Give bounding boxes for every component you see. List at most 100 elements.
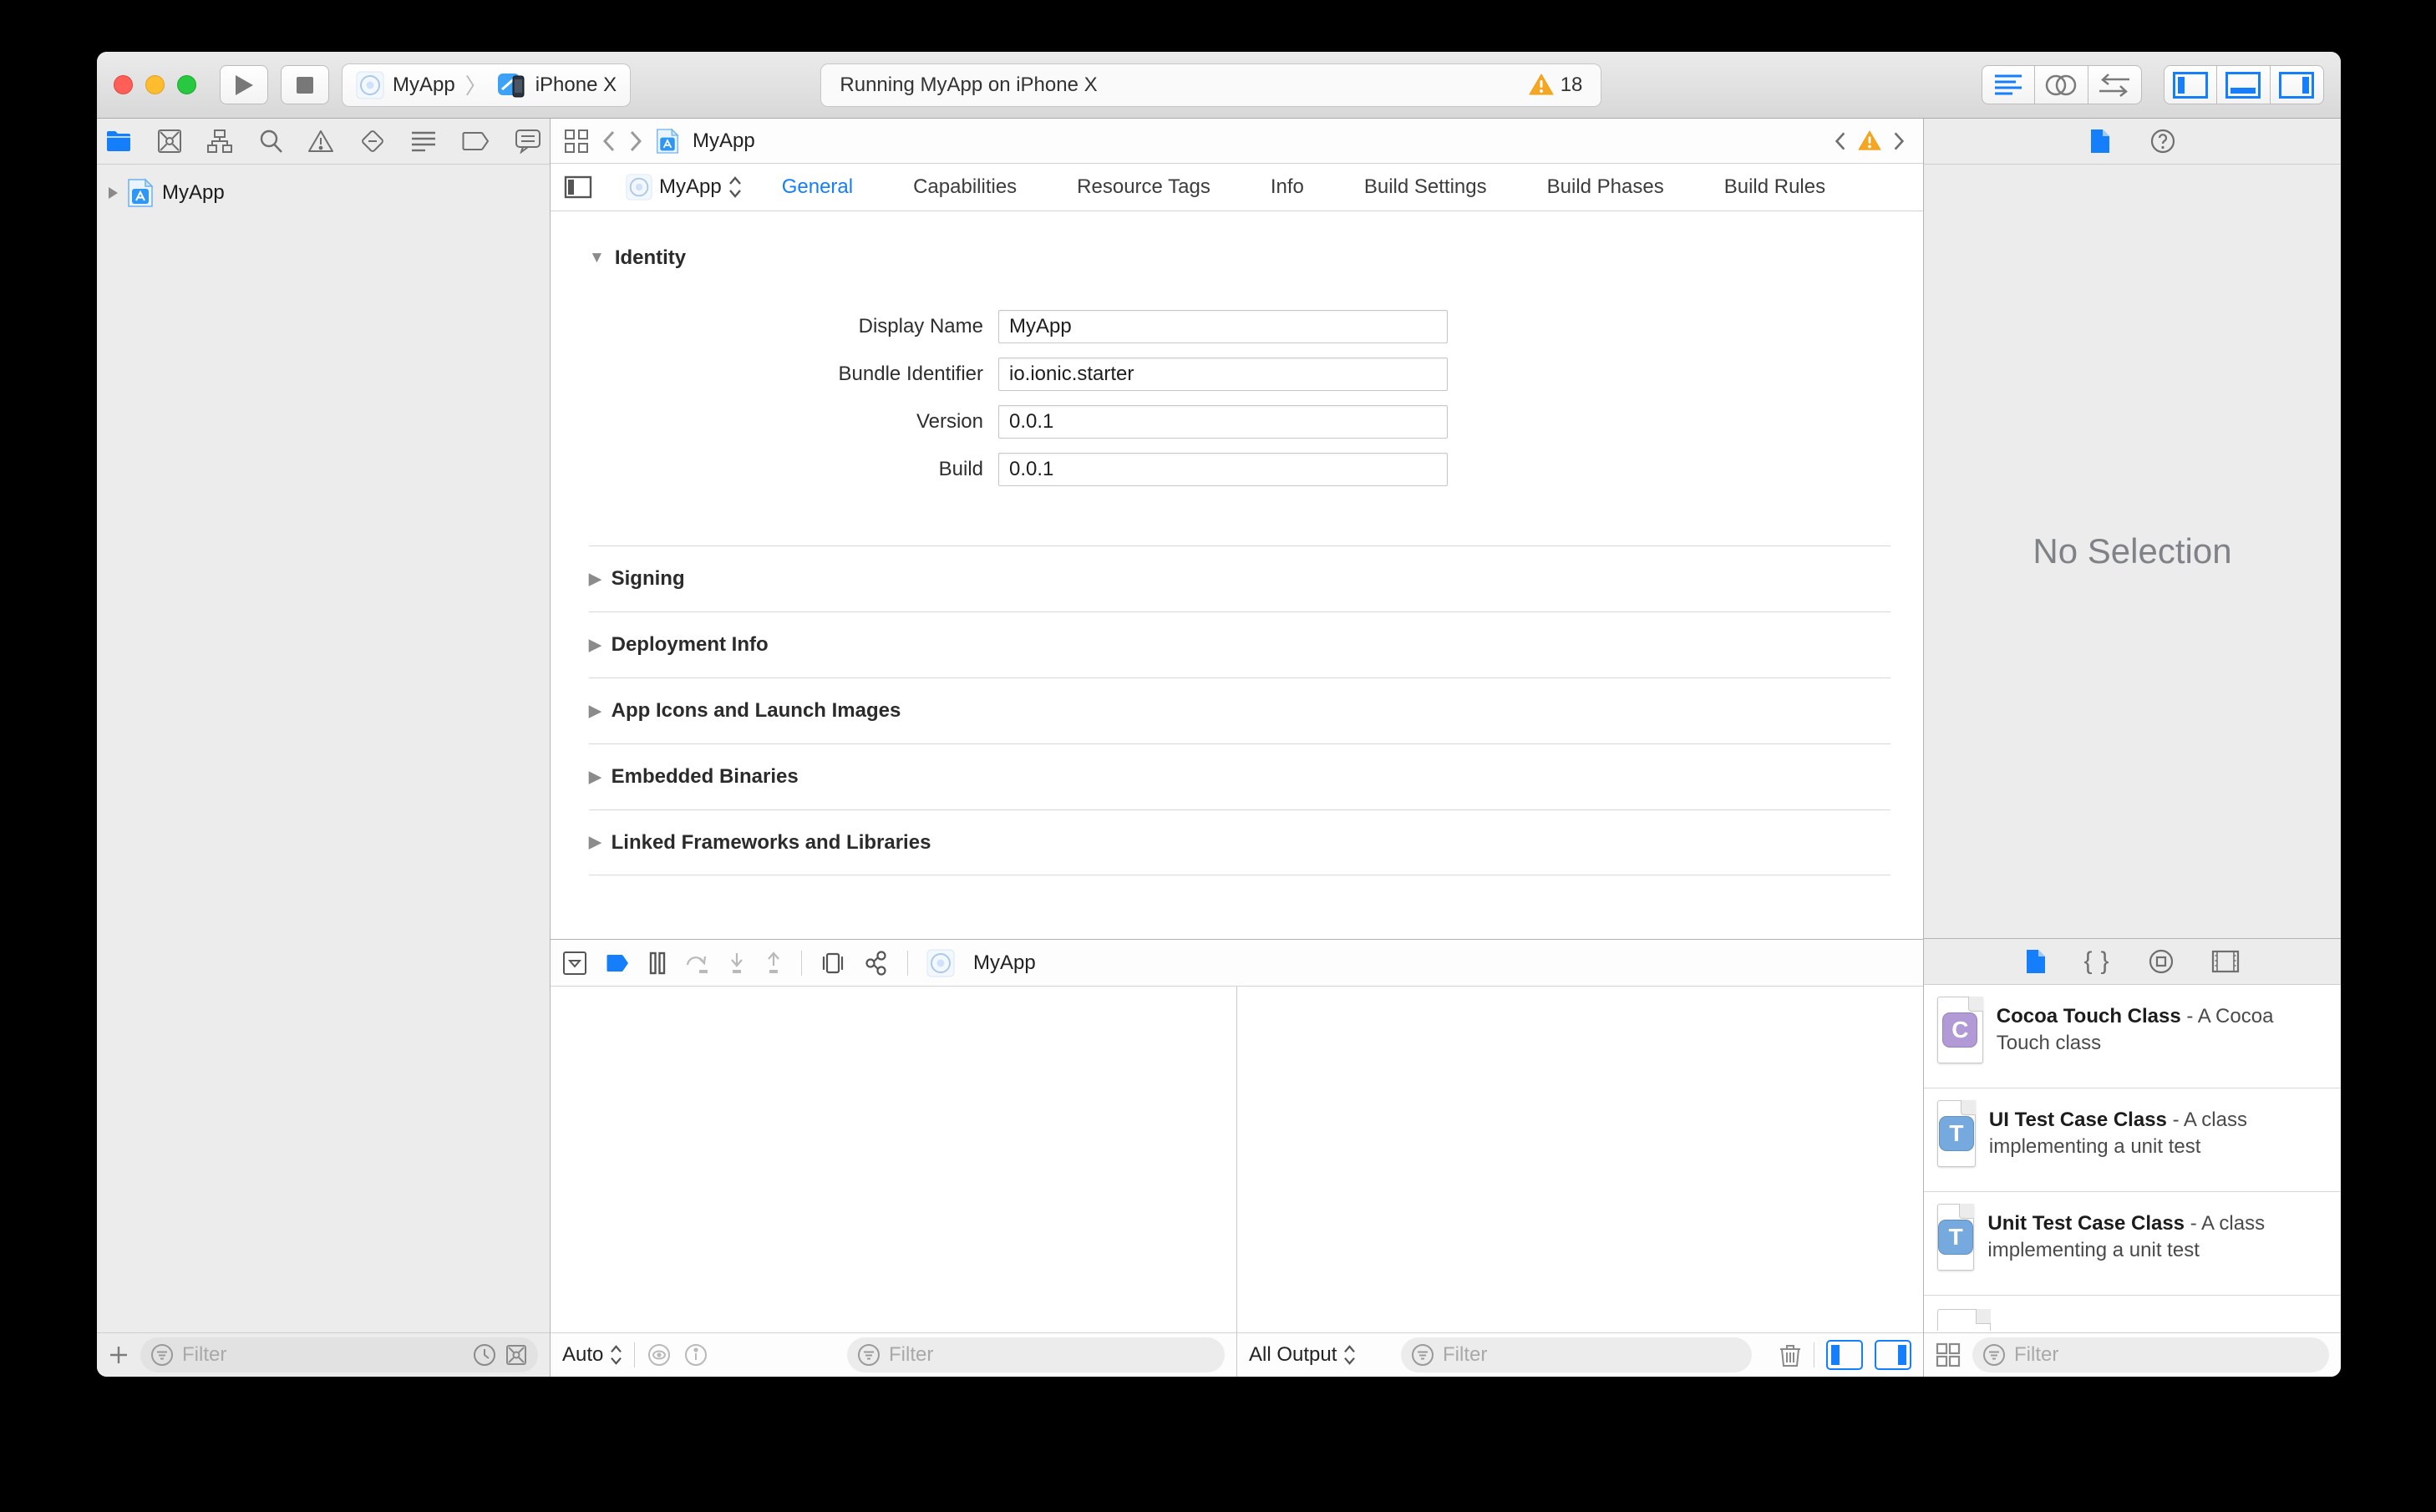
- navigator-filter-input[interactable]: [182, 1343, 464, 1367]
- disclosure-closed-icon[interactable]: ▶: [589, 702, 601, 721]
- editor-sidebar-toggle-icon[interactable]: [564, 175, 592, 199]
- console-filter-input[interactable]: [1443, 1343, 1742, 1367]
- variables-view-content[interactable]: [551, 987, 1236, 1332]
- recent-files-icon[interactable]: [473, 1343, 496, 1367]
- file-inspector-icon[interactable]: [2089, 128, 2111, 155]
- next-issue-icon[interactable]: [1893, 131, 1905, 151]
- navigator-filter-field[interactable]: [140, 1337, 538, 1372]
- disclosure-open-icon[interactable]: ▼: [589, 249, 605, 267]
- jumpbar-file-label[interactable]: MyApp: [693, 129, 755, 153]
- identity-section-header[interactable]: ▼ Identity: [589, 241, 1886, 275]
- debug-navigator-icon[interactable]: [410, 130, 437, 152]
- tab-capabilities[interactable]: Capabilities: [913, 175, 1017, 199]
- toggle-navigator-button[interactable]: [2163, 65, 2217, 104]
- linked-frameworks-section-header[interactable]: ▶ Linked Frameworks and Libraries: [589, 809, 1890, 875]
- build-field[interactable]: [998, 453, 1448, 486]
- pause-execution-icon[interactable]: [649, 951, 666, 975]
- disclosure-triangle-icon[interactable]: [107, 186, 119, 200]
- version-field[interactable]: [998, 405, 1448, 439]
- memory-graph-icon[interactable]: [864, 950, 889, 976]
- media-library-icon[interactable]: [2211, 950, 2240, 973]
- filter-icon: [1412, 1344, 1434, 1366]
- console-output[interactable]: [1237, 987, 1923, 1332]
- embedded-binaries-section-header[interactable]: ▶ Embedded Binaries: [589, 743, 1890, 809]
- disclosure-closed-icon[interactable]: ▶: [589, 636, 601, 655]
- stop-button[interactable]: [281, 65, 329, 104]
- disclosure-closed-icon[interactable]: ▶: [589, 833, 601, 852]
- variables-filter-input[interactable]: [889, 1343, 1215, 1367]
- find-navigator-icon[interactable]: [258, 129, 283, 154]
- zoom-window-button[interactable]: [177, 75, 196, 94]
- breakpoint-navigator-icon[interactable]: [462, 131, 490, 151]
- assistant-editor-button[interactable]: [2034, 65, 2088, 104]
- library-item-ui-test-case-class[interactable]: T UI Test Case Class - A class implement…: [1924, 1088, 2341, 1192]
- tab-build-phases[interactable]: Build Phases: [1547, 175, 1664, 199]
- tab-info[interactable]: Info: [1271, 175, 1304, 199]
- disclosure-closed-icon[interactable]: ▶: [589, 570, 601, 589]
- issue-navigator-icon[interactable]: [307, 129, 334, 154]
- related-items-icon[interactable]: [564, 129, 589, 154]
- test-navigator-icon[interactable]: [359, 128, 386, 155]
- console-scope-selector[interactable]: All Output: [1249, 1343, 1356, 1367]
- add-button[interactable]: [109, 1345, 129, 1365]
- step-into-icon[interactable]: [728, 951, 746, 975]
- close-window-button[interactable]: [114, 75, 133, 94]
- scheme-selector[interactable]: MyApp 〉 iPhone X: [342, 63, 632, 107]
- hide-debug-area-icon[interactable]: [562, 951, 587, 976]
- display-name-field[interactable]: [998, 310, 1448, 343]
- clear-console-icon[interactable]: [1779, 1342, 1802, 1367]
- forward-icon[interactable]: [629, 130, 642, 152]
- step-out-icon[interactable]: [764, 951, 783, 975]
- tab-resource-tags[interactable]: Resource Tags: [1077, 175, 1210, 199]
- disclosure-closed-icon[interactable]: ▶: [589, 768, 601, 787]
- report-navigator-icon[interactable]: [515, 129, 541, 154]
- library-filter-input[interactable]: [2014, 1343, 2319, 1367]
- divider: [907, 950, 908, 976]
- source-control-icon[interactable]: [157, 129, 182, 154]
- step-over-icon[interactable]: [684, 951, 709, 975]
- bundle-identifier-field[interactable]: [998, 358, 1448, 391]
- previous-issue-icon[interactable]: [1835, 131, 1846, 151]
- tab-general[interactable]: General: [782, 175, 853, 199]
- library-grid-view-icon[interactable]: [1936, 1342, 1961, 1367]
- minimize-window-button[interactable]: [145, 75, 165, 94]
- library-item-partial[interactable]: [1924, 1296, 2341, 1331]
- toggle-console-view-button[interactable]: [1875, 1340, 1911, 1370]
- app-icons-section-header[interactable]: ▶ App Icons and Launch Images: [589, 677, 1890, 743]
- console-filter-field[interactable]: [1401, 1337, 1752, 1372]
- run-button[interactable]: [220, 65, 268, 104]
- library-filter-field[interactable]: [1972, 1337, 2329, 1372]
- debug-bar: MyApp: [551, 940, 1923, 987]
- file-template-library-icon[interactable]: [2025, 948, 2047, 975]
- toggle-debug-area-button[interactable]: [2216, 65, 2271, 104]
- target-selector[interactable]: MyApp: [626, 174, 742, 200]
- info-icon[interactable]: [683, 1342, 708, 1367]
- tab-build-settings[interactable]: Build Settings: [1364, 175, 1487, 199]
- no-selection-label: No Selection: [2033, 531, 2232, 571]
- source-control-status-icon[interactable]: [505, 1343, 528, 1367]
- code-snippet-library-icon[interactable]: { }: [2083, 947, 2110, 976]
- show-variables-icon[interactable]: [647, 1342, 672, 1367]
- project-file-icon: [128, 178, 154, 207]
- deployment-info-section-header[interactable]: ▶ Deployment Info: [589, 611, 1890, 677]
- standard-editor-button[interactable]: [1981, 65, 2035, 104]
- signing-section-header[interactable]: ▶ Signing: [589, 545, 1890, 611]
- project-navigator-icon[interactable]: [105, 129, 132, 153]
- library-item-unit-test-case-class[interactable]: T Unit Test Case Class - A class impleme…: [1924, 1192, 2341, 1296]
- back-icon[interactable]: [602, 130, 616, 152]
- variables-filter-field[interactable]: [847, 1337, 1225, 1372]
- toggle-variables-view-button[interactable]: [1826, 1340, 1863, 1370]
- tab-build-rules[interactable]: Build Rules: [1724, 175, 1825, 199]
- library-item-cocoa-touch-class[interactable]: C Cocoa Touch Class - A Cocoa Touch clas…: [1924, 985, 2341, 1088]
- view-debugger-icon[interactable]: [820, 951, 845, 976]
- object-library-icon[interactable]: [2148, 948, 2175, 975]
- issues-summary[interactable]: 18: [1529, 74, 1582, 97]
- variables-scope-selector[interactable]: Auto: [562, 1343, 622, 1367]
- symbol-navigator-icon[interactable]: [206, 129, 233, 154]
- issue-warning-icon[interactable]: [1858, 130, 1881, 151]
- version-editor-button[interactable]: [2088, 65, 2142, 104]
- project-row[interactable]: MyApp: [97, 175, 550, 211]
- breakpoints-toggle-icon[interactable]: [606, 953, 631, 973]
- toggle-inspector-button[interactable]: [2270, 65, 2324, 104]
- quick-help-icon[interactable]: [2149, 128, 2176, 155]
